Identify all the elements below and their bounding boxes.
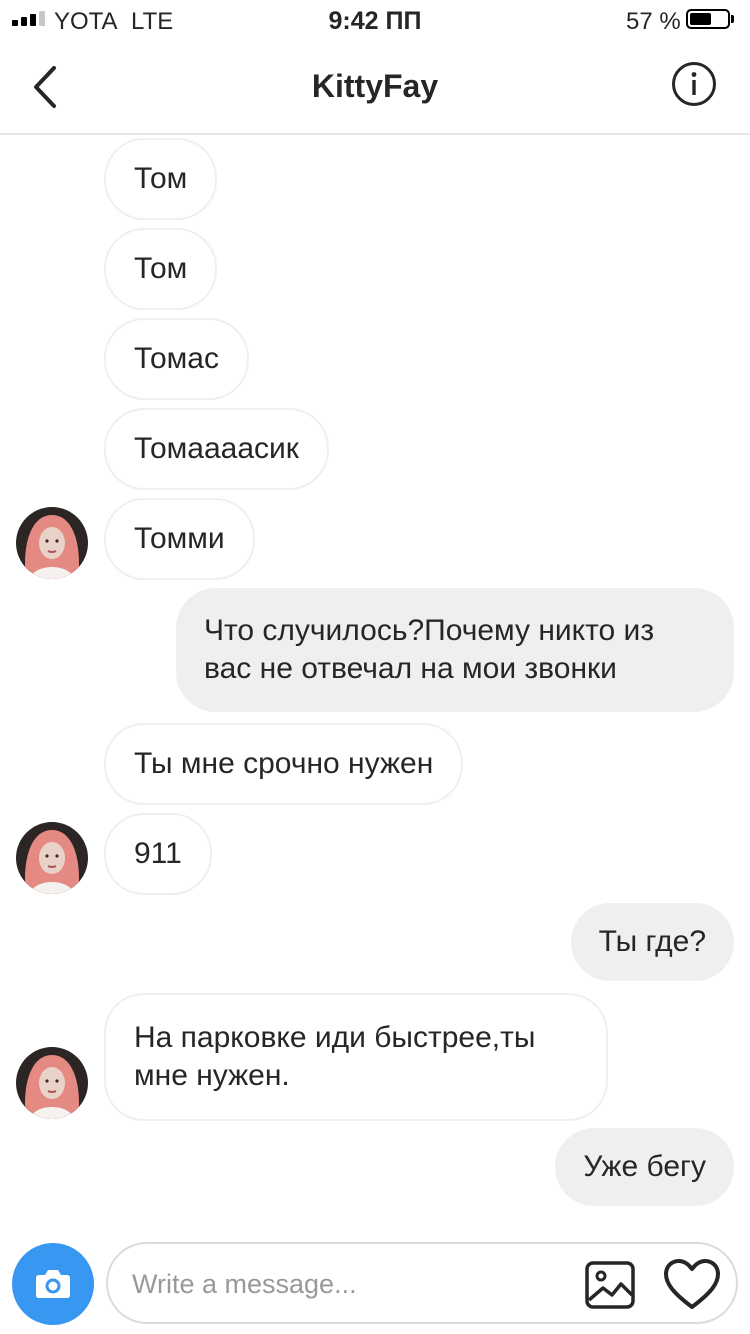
message-text: Том: [134, 162, 188, 195]
message-bubble-incoming[interactable]: Томаааасик: [104, 408, 329, 490]
image-icon: [585, 1261, 635, 1309]
message-text: На парковке иди быстрее,ты мне нужен.: [134, 1021, 536, 1092]
message-bubble-incoming[interactable]: Томми: [104, 498, 255, 580]
message-text: Томаааасик: [134, 432, 299, 465]
message-text: Том: [134, 252, 188, 285]
message-thread[interactable]: Том Том Томас Томаааасик Томми Что случи…: [0, 135, 750, 1225]
like-button[interactable]: [662, 1257, 722, 1313]
message-bubble-outgoing[interactable]: Ты где?: [570, 903, 734, 981]
avatar-photo: [16, 822, 88, 894]
avatar-photo: [16, 1047, 88, 1119]
message-bubble-incoming[interactable]: Томас: [104, 318, 249, 400]
avatar[interactable]: [16, 507, 88, 579]
message-text: Уже бегу: [583, 1150, 706, 1183]
message-bubble-incoming[interactable]: Ты мне срочно нужен: [104, 723, 464, 805]
message-text: 911: [134, 837, 182, 870]
heart-icon: [664, 1259, 720, 1309]
message-bubble-incoming[interactable]: Том: [104, 138, 218, 220]
avatar-photo: [16, 507, 88, 579]
status-bar: YOTA LTE 9:42 ПП 57 %: [0, 0, 750, 40]
message-bubble-incoming[interactable]: Том: [104, 228, 218, 310]
battery-percent: 57 %: [626, 8, 681, 35]
message-bubble-incoming[interactable]: 911: [104, 813, 212, 895]
battery-tip: [731, 15, 734, 23]
message-input[interactable]: [130, 1260, 564, 1308]
battery-icon: [686, 9, 730, 29]
message-text: Что случилось?Почему никто из вас не отв…: [204, 614, 655, 685]
message-text: Томми: [134, 522, 225, 555]
conversation-title[interactable]: KittyFay: [0, 68, 750, 105]
message-text: Томас: [134, 342, 219, 375]
message-composer: [0, 1225, 750, 1334]
gallery-button[interactable]: [584, 1260, 636, 1310]
chat-header: KittyFay: [0, 40, 750, 135]
avatar[interactable]: [16, 1047, 88, 1119]
message-text: Ты где?: [598, 925, 706, 958]
message-bubble-outgoing[interactable]: Что случилось?Почему никто из вас не отв…: [176, 588, 734, 712]
message-input-wrapper: [106, 1242, 738, 1324]
message-text: Ты мне срочно нужен: [134, 747, 434, 780]
message-bubble-outgoing[interactable]: Уже бегу: [555, 1128, 734, 1206]
avatar[interactable]: [16, 822, 88, 894]
info-button[interactable]: [671, 61, 717, 107]
camera-icon: [36, 1270, 70, 1298]
info-icon: [672, 62, 716, 106]
camera-button[interactable]: [12, 1243, 94, 1325]
message-bubble-incoming[interactable]: На парковке иди быстрее,ты мне нужен.: [104, 993, 608, 1121]
